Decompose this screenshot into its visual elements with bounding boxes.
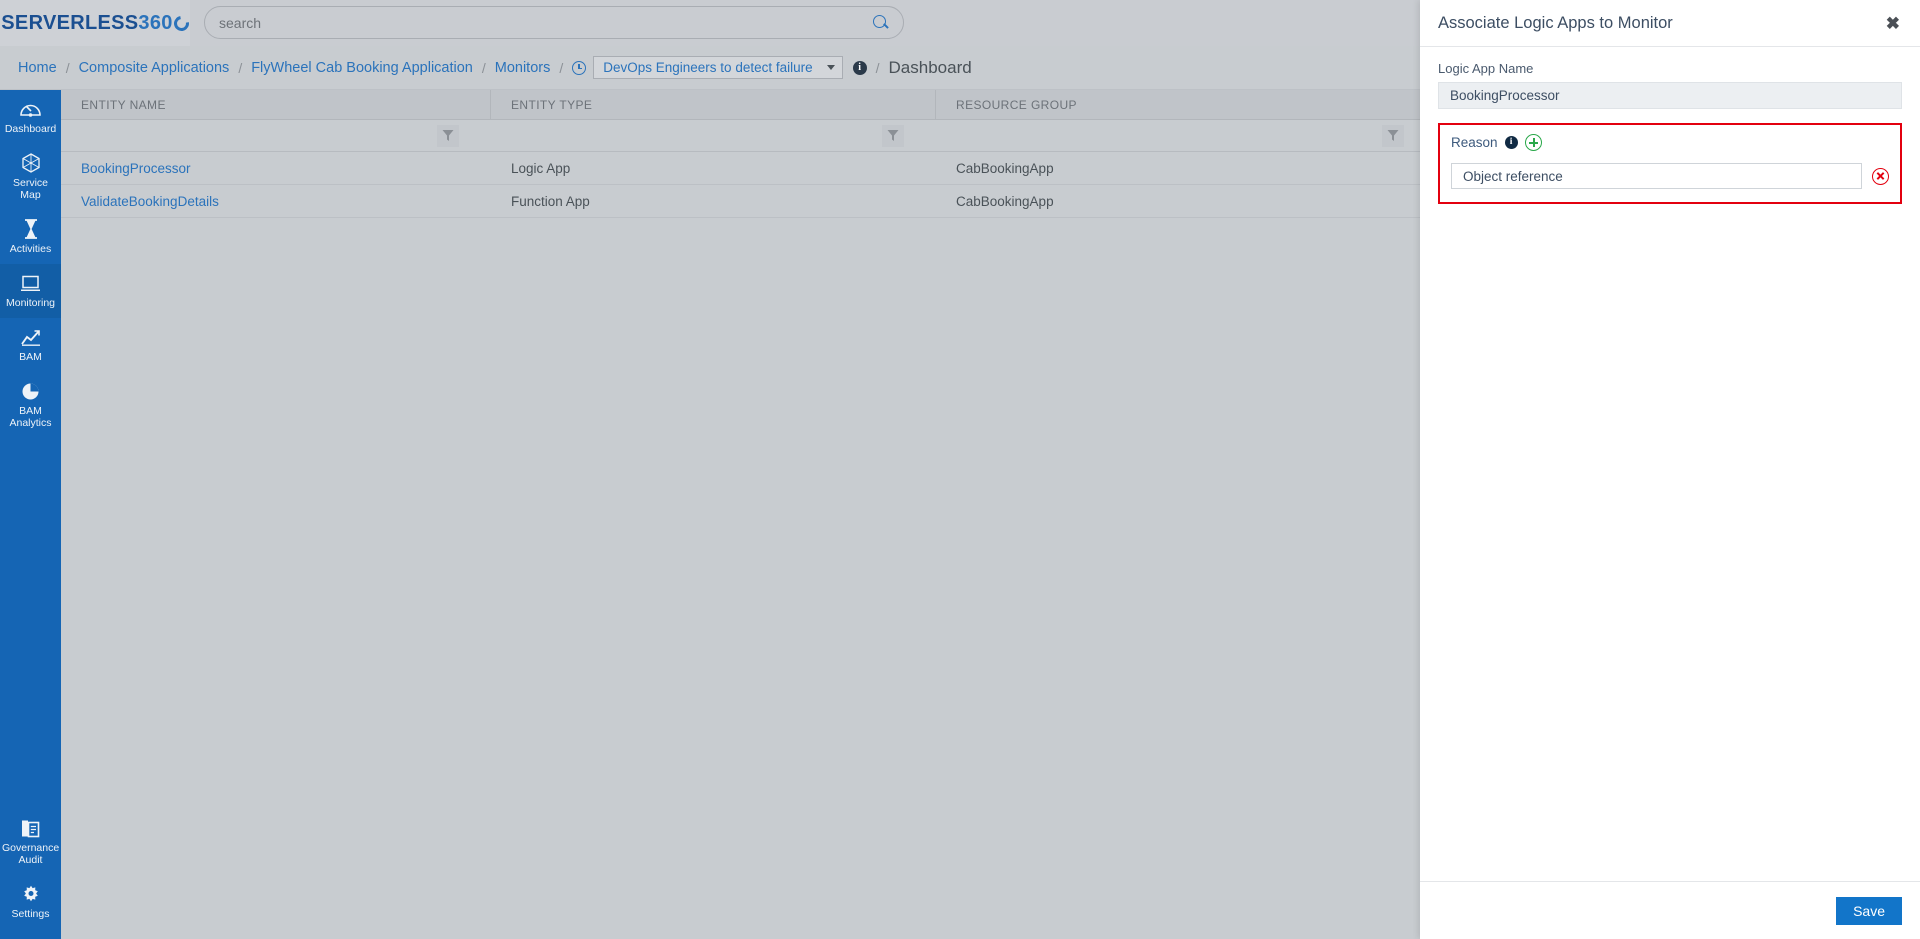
cell-resource-group: CabBookingApp [956, 193, 1054, 209]
sidebar-item-label: Settings [11, 908, 50, 920]
sidebar-item-label: Monitoring [5, 297, 56, 309]
sidebar: Dashboard Service Map Activities Monitor… [0, 90, 61, 939]
search-icon[interactable] [873, 14, 889, 31]
cell-entity-name[interactable]: BookingProcessor [61, 161, 491, 176]
column-header-entity-type[interactable]: ENTITY TYPE [491, 90, 936, 119]
logo-number: 360 [138, 11, 173, 34]
logic-app-name-label: Logic App Name [1438, 61, 1534, 76]
sidebar-item-activities[interactable]: Activities [0, 210, 61, 264]
breadcrumb-separator: / [65, 59, 70, 76]
filter-cell-resource-group [936, 120, 1436, 151]
breadcrumb-item-flywheel-cab-booking-application[interactable]: FlyWheel Cab Booking Application [251, 60, 473, 76]
dashboard-icon [2, 99, 59, 119]
breadcrumb-item-monitors[interactable]: Monitors [495, 60, 551, 76]
sidebar-item-label: BAM Analytics [9, 405, 52, 429]
sidebar-item-bam[interactable]: BAM [0, 318, 61, 372]
sidebar-item-monitoring[interactable]: Monitoring [0, 264, 61, 318]
page-title: Dashboard [888, 57, 972, 77]
filter-cell-entity-type [491, 120, 936, 151]
governance-audit-icon [2, 818, 59, 838]
info-icon[interactable]: i [1504, 136, 1518, 149]
monitor-select[interactable]: DevOps Engineers to detect failure [593, 56, 843, 79]
sidebar-item-settings[interactable]: Settings [0, 875, 61, 929]
save-button[interactable]: Save [1836, 896, 1902, 925]
sidebar-item-label: Dashboard [4, 123, 57, 135]
logo-word: SERVERLESS [1, 11, 139, 34]
cell-resource-group: CabBookingApp [956, 160, 1054, 176]
breadcrumb-separator: / [875, 59, 880, 76]
sidebar-bottom-group: Governance Audit Settings [0, 809, 61, 929]
reason-header: Reason i [1451, 134, 1889, 151]
monitor-screen-icon [2, 273, 59, 293]
cell-entity-type: Logic App [511, 160, 571, 176]
breadcrumb-separator: / [238, 59, 243, 76]
clock-icon [572, 60, 587, 75]
service-map-icon [2, 153, 59, 173]
sidebar-item-label: BAM [19, 351, 42, 363]
line-chart-icon [2, 327, 59, 347]
search-input[interactable]: search [204, 6, 904, 39]
logic-app-name-field: BookingProcessor [1438, 82, 1902, 109]
sidebar-item-label: Activities [9, 243, 52, 255]
panel-body: Logic App Name BookingProcessor Reason i… [1420, 47, 1920, 204]
panel-title: Associate Logic Apps to Monitor [1438, 13, 1673, 32]
column-header-resource-group[interactable]: RESOURCE GROUP [936, 90, 1436, 119]
gear-icon [2, 884, 59, 904]
reason-entry-row: Object reference [1451, 163, 1889, 189]
column-header-entity-name[interactable]: ENTITY NAME [61, 90, 491, 119]
filter-funnel-icon[interactable] [882, 124, 904, 147]
close-icon[interactable]: ✖ [1886, 15, 1900, 32]
panel-footer: Save [1420, 881, 1920, 939]
reason-label: Reason [1451, 135, 1498, 150]
cell-entity-type: Function App [511, 193, 590, 209]
sidebar-item-label: Governance Audit [2, 842, 60, 866]
reason-section: Reason i Object reference [1438, 123, 1902, 204]
breadcrumb-separator: / [559, 59, 564, 76]
logic-app-name-value: BookingProcessor [1450, 88, 1560, 103]
pie-chart-icon [2, 381, 59, 401]
sidebar-item-governance-audit[interactable]: Governance Audit [0, 809, 61, 875]
cell-entity-name[interactable]: ValidateBookingDetails [61, 194, 491, 209]
filter-funnel-icon[interactable] [437, 124, 459, 147]
sidebar-item-label: Service Map [12, 177, 48, 201]
associate-logic-apps-panel: Associate Logic Apps to Monitor ✖ Logic … [1420, 0, 1920, 939]
search-placeholder: search [219, 14, 262, 31]
chevron-down-icon [826, 65, 835, 70]
sidebar-item-dashboard[interactable]: Dashboard [0, 90, 61, 144]
info-icon[interactable]: i [852, 60, 867, 75]
breadcrumb-item-composite-applications[interactable]: Composite Applications [79, 60, 230, 76]
reason-input-value: Object reference [1463, 168, 1563, 184]
monitor-select-value: DevOps Engineers to detect failure [603, 60, 813, 75]
sidebar-item-bam-analytics[interactable]: BAM Analytics [0, 372, 61, 438]
app-logo[interactable]: SERVERLESS360 [0, 0, 192, 46]
logo-ring-icon [170, 12, 192, 34]
filter-cell-entity-name [61, 120, 491, 151]
breadcrumb-item-home[interactable]: Home [18, 60, 57, 76]
breadcrumb-separator: / [481, 59, 486, 76]
panel-header: Associate Logic Apps to Monitor ✖ [1420, 0, 1920, 47]
filter-funnel-icon[interactable] [1382, 124, 1404, 147]
reason-input[interactable]: Object reference [1451, 163, 1862, 189]
remove-circle-icon[interactable] [1872, 167, 1889, 185]
hourglass-icon [2, 219, 59, 239]
plus-circle-icon[interactable] [1524, 134, 1542, 151]
sidebar-item-service-map[interactable]: Service Map [0, 144, 61, 210]
